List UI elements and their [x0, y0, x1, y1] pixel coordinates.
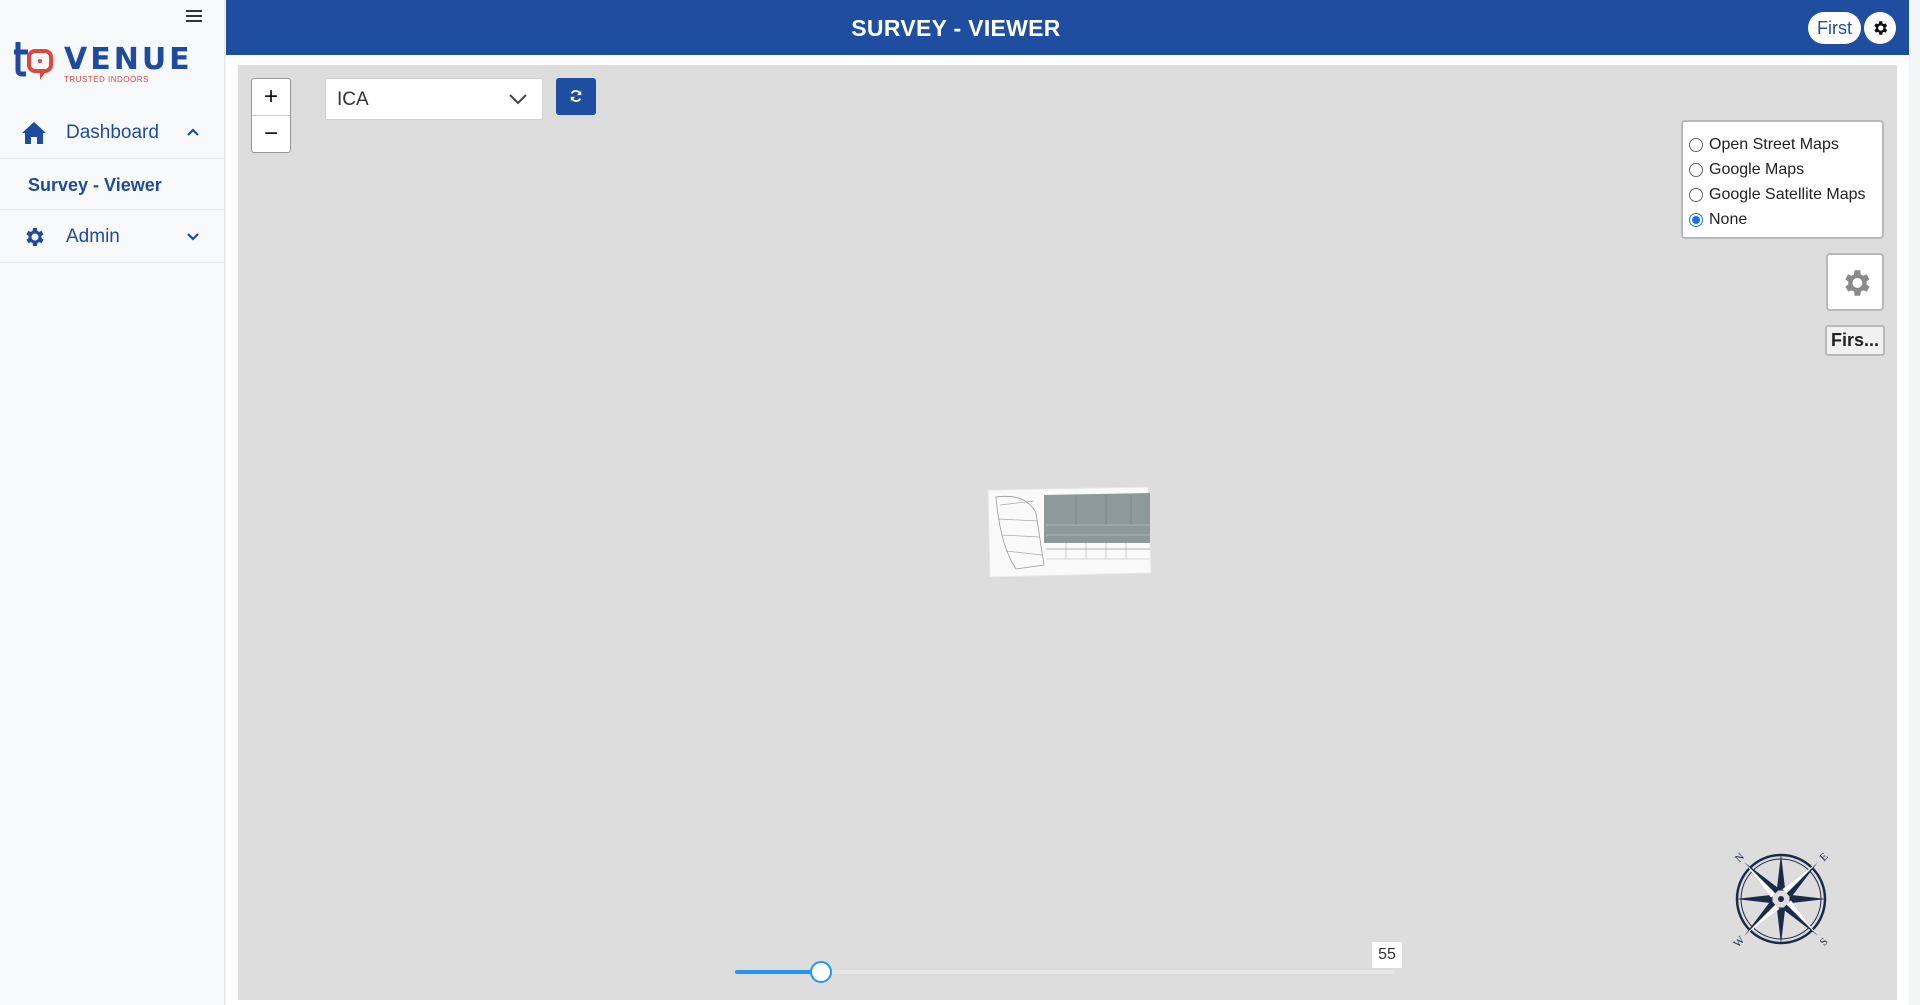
compass-e-label: E [1818, 850, 1831, 863]
compass-s-label: S [1818, 936, 1831, 949]
slider-thumb[interactable] [809, 961, 832, 983]
layer-option-osm[interactable]: Open Street Maps [1689, 132, 1876, 157]
header-settings-button[interactable] [1864, 12, 1896, 44]
page-title: SURVEY - VIEWER [851, 15, 1061, 41]
venue-select-value: ICA [337, 89, 369, 110]
opacity-slider[interactable] [735, 961, 1395, 983]
layer-option-label: Google Maps [1709, 160, 1805, 178]
sidebar: VENUE TRUSTED INDOORS Dashboard Survey -… [0, 0, 225, 1005]
layer-option-none[interactable]: None [1689, 207, 1876, 232]
top-header: SURVEY - VIEWER First [226, 0, 1909, 55]
gear-icon [1845, 270, 1870, 296]
logo-wordmark: VENUE [64, 42, 193, 77]
sidebar-item-dashboard[interactable]: Dashboard [0, 107, 225, 159]
layer-option-label: None [1709, 210, 1748, 228]
sidebar-item-label: Survey - Viewer [28, 175, 162, 195]
map-container: + − ICA Open Street Maps Google Maps Goo… [226, 55, 1909, 1005]
zoom-control: + − [251, 78, 291, 153]
sidebar-item-admin[interactable]: Admin [0, 211, 225, 263]
venue-select[interactable]: ICA [325, 78, 543, 120]
radio-button[interactable] [1689, 187, 1703, 202]
refresh-icon [570, 90, 582, 102]
zoom-out-button[interactable]: − [252, 116, 290, 153]
slider-fill [735, 970, 821, 974]
basemap-layer-switcher: Open Street Maps Google Maps Google Sate… [1681, 120, 1884, 239]
radio-button[interactable] [1689, 162, 1703, 177]
floor-selector-button[interactable]: First [1808, 12, 1861, 44]
logo-tagline: TRUSTED INDOORS [64, 75, 149, 84]
gear-icon [26, 228, 44, 246]
layer-option-google[interactable]: Google Maps [1689, 157, 1876, 182]
refresh-button[interactable] [556, 78, 596, 115]
chevron-up-icon [187, 128, 199, 136]
floor-button[interactable]: Firs... [1825, 325, 1885, 356]
chevron-down-icon [187, 233, 199, 241]
gear-icon [1874, 21, 1888, 35]
slider-value-label: 55 [1372, 942, 1402, 968]
home-icon [22, 122, 46, 144]
sidebar-item-survey-viewer[interactable]: Survey - Viewer [0, 160, 225, 210]
chevron-down-icon [509, 94, 527, 105]
menu-toggle-icon[interactable] [186, 10, 202, 24]
layer-option-label: Google Satellite Maps [1709, 185, 1866, 203]
zoom-in-button[interactable]: + [252, 79, 290, 116]
logo-mark-icon [14, 42, 53, 80]
venue-logo: VENUE TRUSTED INDOORS [14, 38, 204, 86]
sidebar-item-label: Admin [66, 226, 120, 247]
layer-option-google-satellite[interactable]: Google Satellite Maps [1689, 182, 1876, 207]
sidebar-item-label: Dashboard [66, 122, 159, 143]
map-settings-button[interactable] [1826, 253, 1884, 311]
radio-button[interactable] [1689, 137, 1703, 152]
layer-option-label: Open Street Maps [1709, 135, 1839, 153]
compass-rose-icon: N E S W [1731, 850, 1831, 950]
floor-plan-image[interactable] [986, 485, 1152, 577]
map-canvas[interactable]: + − ICA Open Street Maps Google Maps Goo… [238, 65, 1897, 1000]
radio-button-selected[interactable] [1689, 212, 1703, 227]
compass-w-label: W [1731, 934, 1747, 950]
